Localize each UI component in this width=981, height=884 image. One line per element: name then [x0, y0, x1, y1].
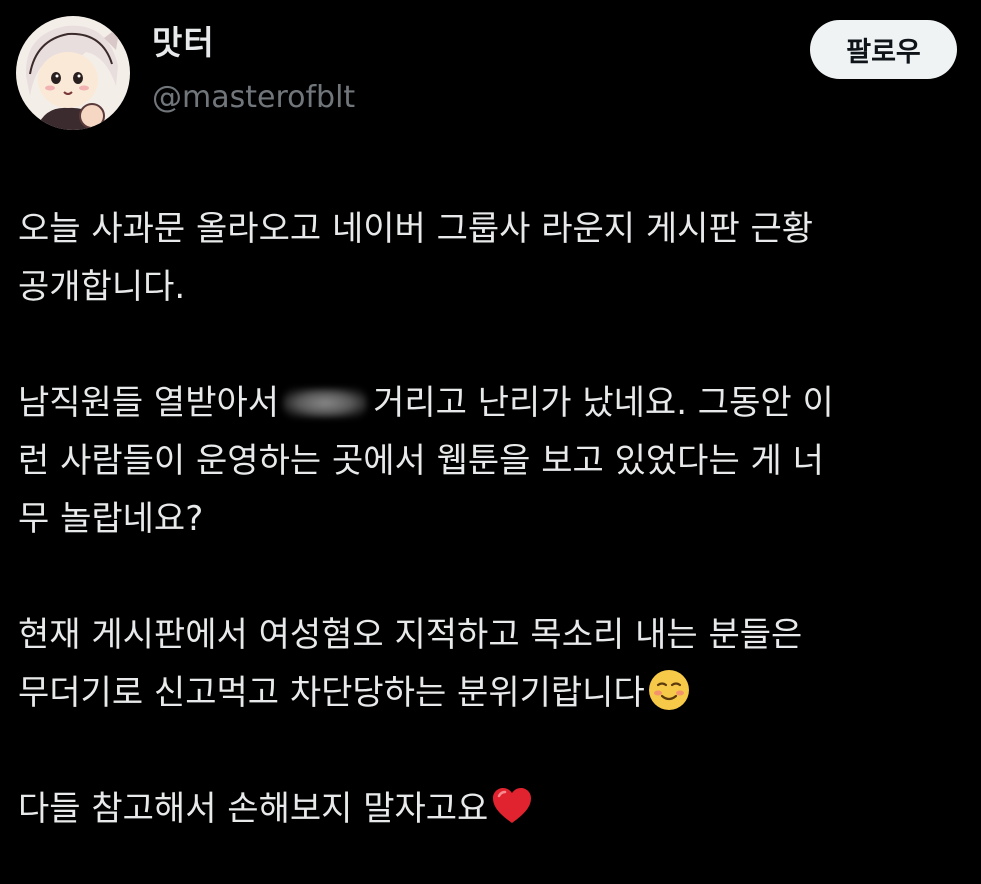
tweet-line-segment: 거리고 난리가 났네요. 그동안 이	[373, 383, 834, 423]
user-handle[interactable]: @masterofblt	[152, 78, 355, 118]
tweet-paragraph: 오늘 사과문 올라오고 네이버 그룹사 라운지 게시판 근황 공개합니다.	[18, 200, 968, 316]
tweet-paragraph: 다들 참고해서 손해보지 말자고요	[18, 780, 968, 838]
tweet-text: 오늘 사과문 올라오고 네이버 그룹사 라운지 게시판 근황 공개합니다. 남직…	[18, 200, 968, 838]
tweet-paragraph: 남직원들 열받아서 거리고 난리가 났네요. 그동안 이 런 사람들이 운영하는 …	[18, 374, 968, 548]
tweet-line: 무 놀랍네요?	[18, 499, 204, 539]
tweet-line: 남직원들 열받아서 거리고 난리가 났네요. 그동안 이	[18, 374, 968, 432]
author-info: 맛터 @masterofblt	[152, 22, 355, 118]
tweet-line: 현재 게시판에서 여성혐오 지적하고 목소리 내는 분들은	[18, 615, 803, 655]
anime-girl-avatar-icon	[16, 16, 130, 130]
red-heart-emoji-icon	[493, 788, 532, 823]
tweet-line: 다들 참고해서 손해보지 말자고요	[18, 780, 968, 838]
tweet-line: 무더기로 신고먹고 차단당하는 분위기랍니다	[18, 664, 968, 722]
tweet-paragraph: 현재 게시판에서 여성혐오 지적하고 목소리 내는 분들은 무더기로 신고먹고 …	[18, 606, 968, 722]
blurred-word	[283, 388, 368, 418]
tweet-line: 오늘 사과문 올라오고 네이버 그룹사 라운지 게시판 근황	[18, 209, 814, 249]
tweet-line: 런 사람들이 운영하는 곳에서 웹툰을 보고 있었다는 게 너	[18, 441, 824, 481]
display-name[interactable]: 맛터	[152, 22, 355, 64]
avatar[interactable]	[16, 16, 130, 130]
tweet-line-segment: 남직원들 열받아서	[18, 383, 280, 423]
tweet-line-segment: 무더기로 신고먹고 차단당하는 분위기랍니다	[18, 673, 645, 713]
tweet-header: 맛터 @masterofblt 팔로우	[0, 0, 981, 150]
smiling-face-emoji-icon	[648, 670, 689, 710]
tweet-line: 공개합니다.	[18, 267, 186, 307]
tweet-line-segment: 다들 참고해서 손해보지 말자고요	[18, 789, 489, 829]
follow-button[interactable]: 팔로우	[810, 20, 957, 79]
